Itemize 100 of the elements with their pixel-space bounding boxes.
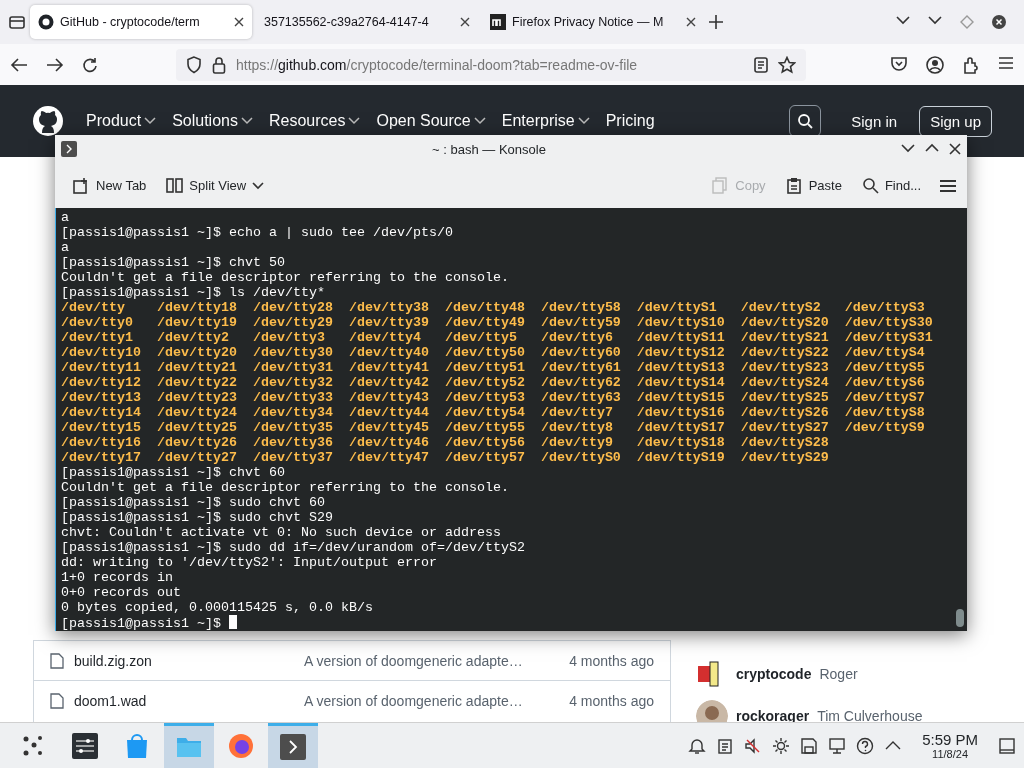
minimize-icon[interactable] [901, 143, 915, 153]
site-icon [490, 14, 506, 30]
settings-icon [72, 732, 98, 759]
window-title: ~ : bash — Konsole [431, 141, 547, 157]
chevron-down-icon[interactable] [896, 15, 910, 25]
brightness-icon[interactable] [772, 736, 791, 755]
scrollbar-thumb[interactable] [956, 609, 964, 627]
browser-tab[interactable]: Firefox Privacy Notice — M [482, 5, 704, 39]
terminal-icon [61, 141, 77, 157]
file-listing-line: /dev/tty15 /dev/tty25 /dev/tty35 /dev/tty45 /dev/tty55 /dev/tty8 /dev/ttyS17 /dev/ttyS27 /dev/ttyS9 [61, 420, 925, 435]
lock-icon [212, 55, 226, 74]
terminal-line: chvt: Couldn't activate vt 0: No such device or address [61, 525, 501, 540]
toolbar-button[interactable]: Paste [783, 173, 844, 198]
split-view-icon [166, 177, 184, 194]
close-icon[interactable] [234, 17, 244, 27]
help-icon[interactable] [856, 736, 875, 755]
terminal-line: a [61, 240, 69, 255]
sign-in-link[interactable]: Sign in [843, 108, 906, 134]
terminal-line: [passis1@passis1 ~]$ sudo chvt 60 [61, 495, 325, 510]
browser-tab[interactable]: GitHub - cryptocode/term [30, 5, 252, 39]
nav-menu-item[interactable]: Resources [262, 112, 367, 130]
terminal-line: Couldn't get a file descriptor referring to the console. [61, 270, 509, 285]
browser-tab[interactable]: 357135562-c39a2764-4147-4 [256, 5, 478, 39]
terminal-line: [passis1@passis1 ~]$ echo a | sudo tee /dev/pts/0 [61, 225, 453, 240]
back-icon[interactable] [10, 56, 28, 73]
commit-message[interactable]: A version of doomgeneric adapte… [304, 692, 560, 709]
terminal-line: [passis1@passis1 ~]$ chvt 60 [61, 465, 285, 480]
file-listing-line: /dev/tty /dev/tty18 /dev/tty28 /dev/tty38 /dev/tty48 /dev/tty58 /dev/ttyS1 /dev/ttyS2 /dev/ttyS3 [61, 300, 925, 315]
diamond-icon [960, 15, 974, 29]
extensions-icon[interactable] [962, 55, 980, 74]
chevron-down-icon [252, 181, 265, 190]
taskbar-app[interactable] [268, 722, 318, 768]
nav-menu-item[interactable]: Solutions [166, 112, 259, 130]
star-icon[interactable] [778, 55, 796, 74]
reload-icon[interactable] [82, 56, 98, 73]
address-bar[interactable]: https://github.com/cryptocode/terminal-doom?tab=readme-ov-file [176, 48, 806, 81]
menu-icon[interactable] [939, 178, 957, 193]
new-tab-icon[interactable] [708, 14, 724, 30]
url-text: https://github.com/cryptocode/terminal-doom?tab=readme-ov-file [236, 56, 639, 73]
account-icon[interactable] [926, 55, 944, 74]
file-listing-line: /dev/tty14 /dev/tty24 /dev/tty34 /dev/tty44 /dev/tty54 /dev/tty7 /dev/ttyS16 /dev/ttyS26 /dev/ttyS8 [61, 405, 925, 420]
maximize-icon[interactable] [925, 143, 939, 153]
text-cursor [228, 615, 237, 629]
file-icon [50, 692, 64, 709]
search-icon [861, 177, 879, 194]
file-listing-line: /dev/tty16 /dev/tty26 /dev/tty36 /dev/tty46 /dev/tty56 /dev/tty9 /dev/ttyS18 /dev/ttyS28 [61, 435, 829, 450]
search-icon [797, 113, 814, 129]
nav-menu-item[interactable]: Enterprise [495, 112, 596, 130]
save-icon[interactable] [800, 736, 819, 755]
forward-icon[interactable] [46, 56, 64, 73]
clipboard-icon [785, 177, 803, 194]
terminal-line: [passis1@passis1 ~]$ chvt 50 [61, 255, 285, 270]
nav-menu-item[interactable]: Open Source [370, 112, 492, 130]
close-icon[interactable] [992, 15, 1006, 29]
tab-list-icon[interactable] [8, 14, 26, 30]
pocket-icon[interactable] [890, 55, 908, 72]
toolbar-button[interactable]: Split View [164, 173, 267, 198]
chevron-down-icon [348, 117, 361, 125]
contributor-login[interactable]: cryptocode [736, 666, 812, 682]
commit-time: 4 months ago [569, 652, 654, 669]
browser-icon [228, 732, 254, 759]
contributor-name: Tim Culverhouse [817, 708, 923, 724]
file-listing-line: /dev/tty17 /dev/tty27 /dev/tty37 /dev/tty47 /dev/tty57 /dev/ttyS0 /dev/ttyS19 /dev/ttyS29 [61, 450, 829, 465]
terminal-line: [passis1@passis1 ~]$ ls /dev/tty* [61, 285, 325, 300]
chevron-down-icon[interactable] [928, 15, 942, 25]
chevron-down-icon [577, 117, 590, 125]
close-icon[interactable] [460, 17, 470, 27]
notification-icon[interactable] [688, 736, 707, 755]
chevron-down-icon [473, 117, 486, 125]
terminal-line: 0+0 records out [61, 585, 181, 600]
contributor-login[interactable]: rockorager [736, 708, 810, 724]
commit-message[interactable]: A version of doomgeneric adapte… [304, 652, 560, 669]
nav-menu-item[interactable]: Pricing [599, 112, 661, 130]
shopping-bag-icon [124, 732, 150, 759]
clock[interactable]: 5:59 PM 11/8/24 [912, 731, 988, 760]
terminal-line: a [61, 210, 69, 225]
new-tab-icon [73, 177, 90, 194]
terminal-line: [passis1@passis1 ~]$ [61, 615, 237, 631]
reader-view-icon[interactable] [754, 56, 768, 73]
file-listing-line: /dev/tty1 /dev/tty2 /dev/tty3 /dev/tty4 /dev/tty5 /dev/tty6 /dev/ttyS11 /dev/ttyS21 /dev/ttyS31 [61, 330, 933, 345]
menu-icon[interactable] [998, 55, 1014, 70]
chevron-down-icon [144, 117, 157, 125]
close-icon[interactable] [686, 17, 696, 27]
file-listing-line: /dev/tty11 /dev/tty21 /dev/tty31 /dev/tty41 /dev/tty51 /dev/tty61 /dev/ttyS13 /dev/ttyS23 /dev/ttyS5 [61, 360, 925, 375]
terminal-line: [passis1@passis1 ~]$ sudo dd if=/dev/urandom of=/dev/ttyS2 [61, 540, 525, 555]
toolbar-button[interactable]: New Tab [71, 173, 149, 198]
clipboard-icon[interactable] [716, 736, 735, 755]
terminal-line: dd: writing to '/dev/ttyS2': Input/output error [61, 555, 437, 570]
terminal-line: Couldn't get a file descriptor referring to the console. [61, 480, 509, 495]
commit-time: 4 months ago [569, 692, 654, 709]
terminal-line: 1+0 records in [61, 570, 173, 585]
close-icon[interactable] [949, 143, 961, 155]
file-name[interactable]: doom1.wad [74, 692, 294, 709]
file-listing-line: /dev/tty10 /dev/tty20 /dev/tty30 /dev/tty40 /dev/tty50 /dev/tty60 /dev/ttyS12 /dev/ttyS22 /dev/ttyS4 [61, 345, 925, 360]
toolbar-button[interactable]: Find... [859, 173, 923, 198]
file-listing-line: /dev/tty0 /dev/tty19 /dev/tty29 /dev/tty39 /dev/tty49 /dev/tty59 /dev/ttyS10 /dev/ttyS20 /dev/ttyS30 [61, 315, 933, 330]
file-name[interactable]: build.zig.zon [74, 652, 294, 669]
desktop-icon[interactable] [998, 736, 1016, 755]
terminal-icon [280, 734, 306, 760]
nav-menu-item[interactable]: Product [80, 112, 163, 130]
